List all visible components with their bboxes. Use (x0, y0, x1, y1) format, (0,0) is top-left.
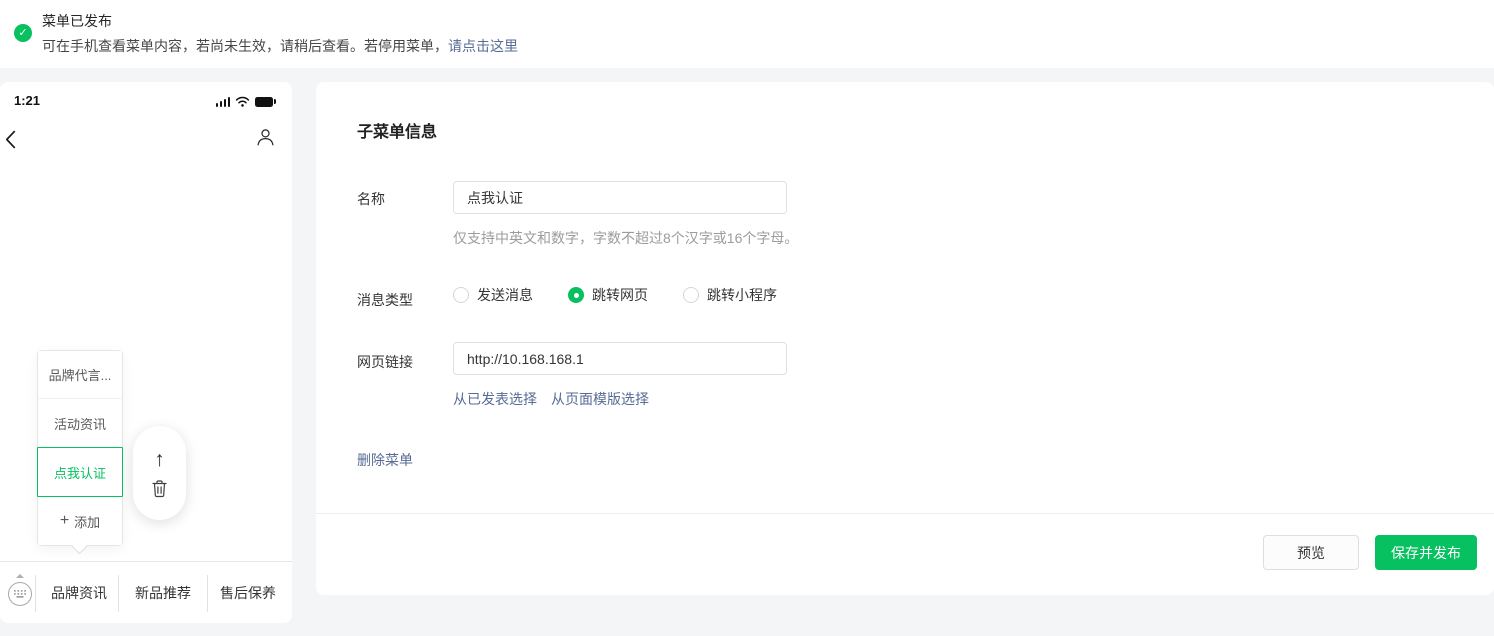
signal-icon (215, 97, 230, 107)
submenu-item-click-verify-active[interactable]: 点我认证 (37, 447, 123, 497)
url-field-label: 网页链接 (357, 354, 413, 370)
banner-subtitle-text: 可在手机查看菜单内容，若尚未生效，请稍后查看。若停用菜单， (42, 38, 448, 54)
menu-bar-divider (118, 575, 119, 612)
url-input[interactable] (453, 342, 787, 375)
keyboard-icon[interactable] (8, 582, 32, 606)
phone-preview-panel: 1:21 品牌代言... 活动资讯 点我认证 + 添加 ↑ 品牌资讯 新品推荐 … (0, 82, 292, 623)
radio-jump-miniprogram[interactable]: 跳转小程序 (683, 285, 777, 305)
submenu-add-label: 添加 (74, 514, 101, 530)
menu-bar-divider (35, 575, 36, 612)
radio-jump-webpage[interactable]: 跳转网页 (568, 285, 648, 305)
move-up-button[interactable]: ↑ (154, 449, 165, 470)
delete-menu-link[interactable]: 删除菜单 (357, 450, 413, 470)
keyboard-caret-icon (16, 574, 24, 578)
submenu-item-brand-endorse[interactable]: 品牌代言... (38, 351, 122, 399)
submenu-popup: 品牌代言... 活动资讯 点我认证 + 添加 (37, 350, 123, 546)
menu-item-new-products[interactable]: 新品推荐 (135, 583, 191, 603)
success-check-icon: ✓ (14, 24, 32, 42)
trash-icon[interactable] (151, 479, 168, 498)
message-type-label: 消息类型 (357, 292, 413, 308)
radio-send-message-label: 发送消息 (477, 287, 533, 303)
radio-circle-icon (683, 287, 699, 303)
radio-jump-miniprogram-label: 跳转小程序 (707, 287, 777, 303)
select-from-template-link[interactable]: 从页面模版选择 (551, 389, 649, 409)
publish-success-banner: ✓ 菜单已发布 可在手机查看菜单内容，若尚未生效，请稍后查看。若停用菜单，请点击… (0, 0, 1494, 68)
profile-person-icon (256, 128, 275, 152)
radio-jump-webpage-label: 跳转网页 (592, 287, 648, 303)
radio-circle-icon (568, 287, 584, 303)
banner-title: 菜单已发布 (42, 13, 112, 29)
banner-subtitle: 可在手机查看菜单内容，若尚未生效，请稍后查看。若停用菜单，请点击这里 (42, 36, 518, 56)
battery-icon (255, 96, 276, 107)
form-title: 子菜单信息 (357, 124, 438, 141)
save-publish-button[interactable]: 保存并发布 (1375, 535, 1477, 570)
wifi-icon (235, 96, 250, 107)
menu-bar-divider (207, 575, 208, 612)
disable-menu-link[interactable]: 请点击这里 (448, 38, 518, 54)
radio-send-message[interactable]: 发送消息 (453, 285, 533, 305)
status-icons (215, 95, 276, 107)
footer-divider (316, 513, 1494, 514)
submenu-form-panel: 子菜单信息 名称 仅支持中英文和数字，字数不超过8个汉字或16个字母。 消息类型… (316, 82, 1494, 595)
preview-button[interactable]: 预览 (1263, 535, 1359, 570)
select-from-published-link[interactable]: 从已发表选择 (453, 389, 537, 409)
submenu-item-activity-news[interactable]: 活动资讯 (38, 399, 122, 447)
name-input[interactable] (453, 181, 787, 214)
status-time: 1:21 (14, 93, 41, 108)
back-chevron-icon (5, 130, 16, 154)
radio-circle-icon (453, 287, 469, 303)
menu-action-pill: ↑ (133, 426, 186, 520)
submenu-add-button[interactable]: + 添加 (38, 497, 122, 545)
name-field-hint: 仅支持中英文和数字，字数不超过8个汉字或16个字母。 (453, 230, 799, 246)
menu-item-after-sales[interactable]: 售后保养 (220, 583, 276, 603)
menu-item-brand-news[interactable]: 品牌资讯 (51, 583, 107, 603)
name-field-label: 名称 (357, 191, 385, 207)
plus-icon: + (59, 512, 70, 529)
phone-menu-bar: 品牌资讯 新品推荐 售后保养 (0, 561, 292, 623)
